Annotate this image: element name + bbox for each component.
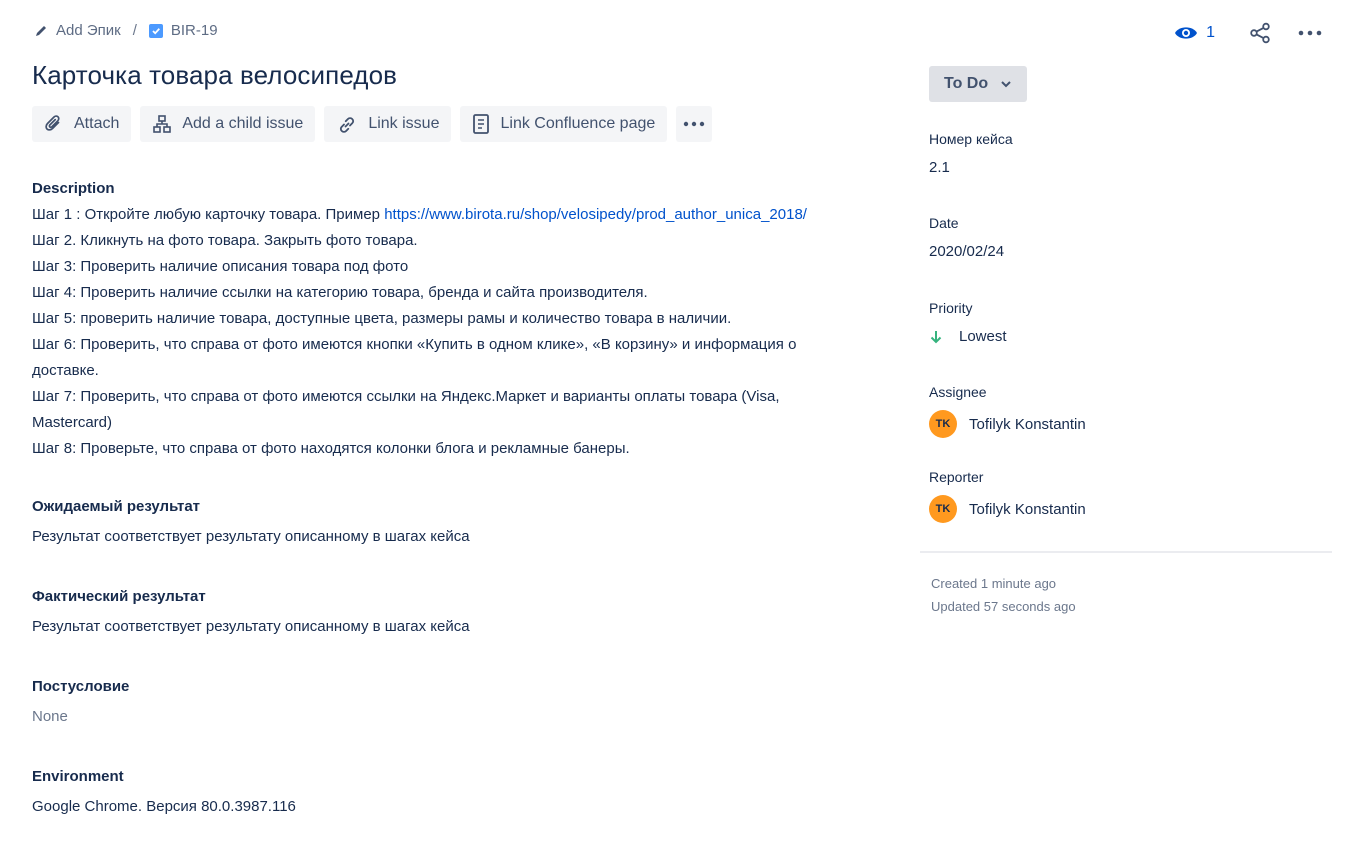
link-issue-button[interactable]: Link issue — [324, 106, 452, 142]
task-checkbox-icon — [148, 23, 163, 38]
avatar: TK — [929, 495, 957, 523]
link-confluence-label: Link Confluence page — [500, 115, 656, 132]
description-line: Шаг 4: Проверить наличие ссылки на катег… — [32, 284, 648, 301]
attach-button[interactable]: Attach — [32, 106, 132, 142]
expected-result-value[interactable]: Результат соответствует результату описа… — [32, 524, 892, 550]
issue-timestamps: Created 1 minute ago Updated 57 seconds … — [931, 572, 1076, 618]
step-1-link[interactable]: https://www.birota.ru/shop/velosipedy/pr… — [384, 206, 807, 223]
reporter-name: Tofilyk Konstantin — [969, 500, 1086, 518]
share-button[interactable] — [1245, 18, 1275, 48]
issue-actions: 1 — [1174, 18, 1325, 48]
description-line: Шаг 6: Проверить, что справа от фото име… — [32, 336, 797, 379]
paperclip-icon — [45, 115, 60, 131]
case-number-field: Номер кейса 2.1 — [929, 131, 1329, 176]
date-field: Date 2020/02/24 — [929, 215, 1329, 260]
date-value[interactable]: 2020/02/24 — [929, 243, 1329, 260]
date-label: Date — [929, 215, 959, 231]
arrow-down-icon — [930, 330, 942, 343]
updated-timestamp: Updated 57 seconds ago — [931, 599, 1076, 614]
document-icon — [473, 114, 490, 134]
chevron-down-icon — [1001, 81, 1011, 88]
add-epic-link[interactable]: Add Эпик — [34, 22, 121, 39]
environment-section: Environment Google Chrome. Версия 80.0.3… — [32, 768, 892, 820]
expected-result-section: Ожидаемый результат Результат соответств… — [32, 498, 892, 550]
link-confluence-button[interactable]: Link Confluence page — [460, 106, 668, 142]
actual-result-value[interactable]: Результат соответствует результату описа… — [32, 614, 892, 640]
priority-field: Priority Lowest — [929, 300, 1329, 345]
reporter-value[interactable]: TK Tofilyk Konstantin — [929, 495, 1329, 523]
description-line: Шаг 5: проверить наличие товара, доступн… — [32, 310, 732, 327]
issue-title[interactable]: Карточка товара велосипедов — [32, 60, 397, 91]
created-timestamp: Created 1 minute ago — [931, 576, 1057, 591]
case-number-label: Номер кейса — [929, 131, 1013, 147]
postcondition-section: Постусловие None — [32, 678, 892, 730]
description-line: Шаг 7: Проверить, что справа от фото име… — [32, 388, 780, 431]
description-line: Шаг 2. Кликнуть на фото товара. Закрыть … — [32, 232, 418, 249]
description-line: Шаг 3: Проверить наличие описания товара… — [32, 258, 409, 275]
share-icon — [1250, 22, 1270, 44]
expected-result-heading: Ожидаемый результат — [32, 498, 201, 515]
link-icon — [340, 117, 355, 133]
status-dropdown[interactable]: To Do — [929, 66, 1028, 102]
case-number-value[interactable]: 2.1 — [929, 159, 1329, 176]
add-epic-label: Add Эпик — [56, 22, 121, 39]
description-line: Шаг 8: Проверьте, что справа от фото нах… — [32, 440, 630, 457]
toolbar-more-button[interactable] — [676, 106, 713, 142]
postcondition-value[interactable]: None — [32, 704, 892, 730]
more-actions-button[interactable] — [1295, 18, 1325, 48]
priority-value[interactable]: Lowest — [929, 328, 1329, 345]
issue-toolbar: Attach Add a child issue Link issue Link… — [32, 106, 713, 142]
add-child-issue-label: Add a child issue — [182, 115, 304, 132]
assignee-label: Assignee — [929, 384, 987, 400]
add-child-issue-button[interactable]: Add a child issue — [140, 106, 316, 142]
environment-heading: Environment — [32, 768, 124, 785]
hierarchy-icon — [153, 115, 172, 133]
breadcrumb-separator: / — [132, 22, 137, 39]
step-1-text: Шаг 1 : Откройте любую карточку товара. … — [32, 206, 385, 223]
link-issue-label: Link issue — [368, 115, 440, 132]
avatar: TK — [929, 410, 957, 438]
description-section: Description Шаг 1 : Откройте любую карто… — [32, 180, 892, 462]
more-icon — [684, 121, 705, 127]
assignee-name: Tofilyk Konstantin — [969, 415, 1086, 433]
status-area: To Do — [929, 66, 1329, 102]
priority-label: Priority — [929, 300, 973, 316]
sidebar-divider — [920, 551, 1332, 553]
watch-button[interactable]: 1 — [1174, 18, 1215, 48]
actual-result-heading: Фактический результат — [32, 588, 206, 605]
priority-value-label: Lowest — [959, 328, 1007, 345]
description-line: Шаг 1 : Откройте любую карточку товара. … — [32, 202, 892, 228]
issue-key-label: BIR-19 — [170, 22, 218, 39]
watch-count: 1 — [1206, 24, 1215, 41]
reporter-label: Reporter — [929, 469, 984, 485]
description-heading: Description — [32, 180, 115, 197]
postcondition-heading: Постусловие — [32, 678, 130, 695]
eye-icon — [1175, 27, 1198, 39]
description-body[interactable]: Шаг 1 : Откройте любую карточку товара. … — [32, 202, 892, 462]
attach-label: Attach — [74, 115, 120, 132]
environment-value[interactable]: Google Chrome. Версия 80.0.3987.116 — [32, 794, 892, 820]
pencil-icon — [36, 25, 46, 36]
assignee-field: Assignee TK Tofilyk Konstantin — [929, 384, 1329, 438]
breadcrumb: Add Эпик / BIR-19 — [34, 22, 218, 39]
assignee-value[interactable]: TK Tofilyk Konstantin — [929, 410, 1329, 438]
more-icon — [1298, 30, 1322, 36]
actual-result-section: Фактический результат Результат соответс… — [32, 588, 892, 640]
reporter-field: Reporter TK Tofilyk Konstantin — [929, 469, 1329, 523]
status-label: To Do — [944, 75, 989, 92]
issue-key-link[interactable]: BIR-19 — [148, 22, 218, 39]
